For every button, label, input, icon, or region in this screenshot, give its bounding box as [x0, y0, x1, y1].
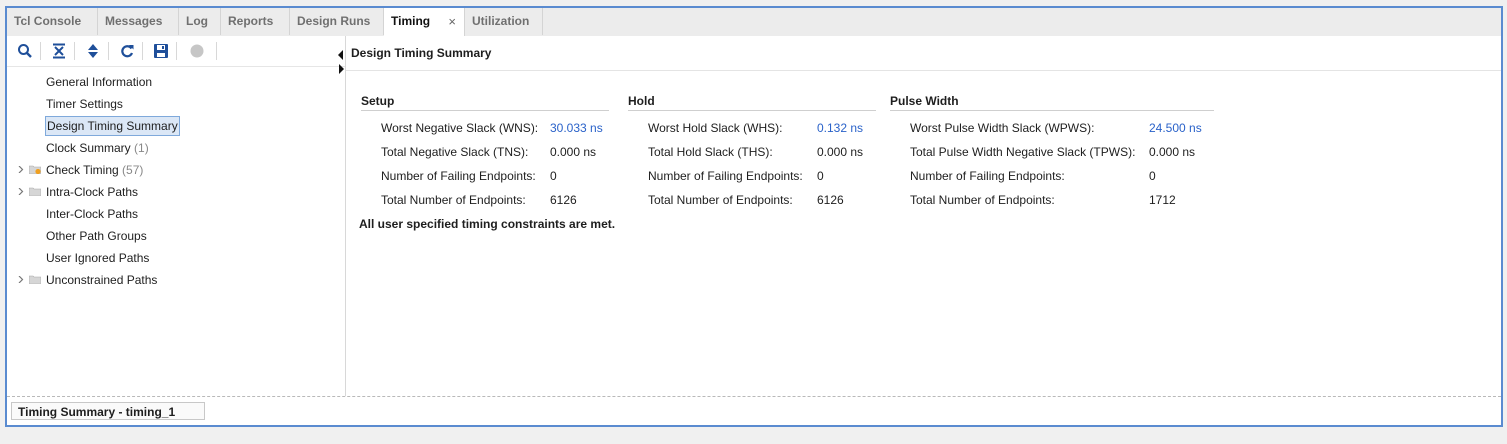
row-label: Total Negative Slack (TNS):: [381, 145, 529, 159]
tab-label: Log: [186, 14, 208, 28]
wpws-link[interactable]: 24.500 ns: [1149, 118, 1202, 138]
row-label: Worst Pulse Width Slack (WPWS):: [910, 121, 1095, 135]
row-label: Number of Failing Endpoints:: [381, 169, 536, 183]
tab-messages[interactable]: Messages: [98, 8, 179, 35]
row-value: 1712: [1149, 193, 1176, 207]
tab-design-runs[interactable]: Design Runs: [290, 8, 384, 35]
folder-warning-icon: [29, 165, 41, 174]
tree-toolbar: [7, 36, 345, 67]
refresh-icon[interactable]: [118, 42, 136, 60]
pulse-width-section: Pulse Width Worst Pulse Width Slack (WPW…: [890, 94, 1214, 207]
search-icon[interactable]: [16, 42, 34, 60]
row-label: Number of Failing Endpoints:: [648, 169, 803, 183]
row-value: 0.000 ns: [550, 145, 597, 159]
tab-label: Messages: [105, 14, 163, 28]
row-value: 0: [550, 169, 557, 183]
tab-tcl-console[interactable]: Tcl Console: [7, 8, 98, 35]
save-icon[interactable]: [152, 42, 170, 60]
design-timing-summary-panel: Design Timing Summary Setup Worst Negati…: [346, 36, 1501, 396]
tab-label: Design Runs: [297, 14, 371, 28]
toolbar-divider: [108, 42, 109, 60]
hold-heading: Hold: [628, 94, 876, 111]
tab-bar: Tcl Console Messages Log Reports Design …: [7, 8, 1501, 37]
row-label: Total Pulse Width Negative Slack (TPWS):: [910, 145, 1136, 159]
tab-log[interactable]: Log: [179, 8, 221, 35]
tree-item-label: Design Timing Summary: [45, 116, 180, 136]
tab-label: Timing: [391, 14, 431, 28]
row-value: 0.000 ns: [817, 145, 864, 159]
setup-section: Setup Worst Negative Slack (WNS): 30.033…: [361, 94, 609, 207]
row-value: 6126: [817, 193, 844, 207]
toolbar-divider: [216, 42, 217, 60]
tree-item-label: Timer Settings: [46, 97, 123, 111]
item-count: (1): [134, 141, 149, 155]
row-label: Total Number of Endpoints:: [381, 193, 526, 207]
tree-item-label: Clock Summary (1): [45, 138, 150, 158]
row-value: 0: [1149, 169, 1156, 183]
tab-label: Reports: [228, 14, 274, 28]
row-label: Total Number of Endpoints:: [648, 193, 793, 207]
tab-reports[interactable]: Reports: [221, 8, 290, 35]
chevron-right-icon[interactable]: [17, 166, 24, 173]
row-value: 0: [817, 169, 824, 183]
folder-icon: [29, 275, 41, 284]
divider: [346, 70, 1501, 71]
page-title: Design Timing Summary: [351, 46, 492, 60]
tree-item-label: Check Timing (57): [45, 160, 144, 180]
tree-item-label: Other Path Groups: [46, 229, 147, 243]
hold-section: Hold Worst Hold Slack (WHS): 0.132 ns To…: [628, 94, 876, 207]
row-label: Total Number of Endpoints:: [910, 193, 1055, 207]
close-icon[interactable]: ×: [448, 8, 456, 35]
tab-timing[interactable]: Timing ×: [384, 8, 465, 37]
tree-item-label: User Ignored Paths: [46, 251, 150, 265]
setup-heading: Setup: [361, 94, 609, 111]
item-count: (57): [122, 163, 144, 177]
collapse-all-icon[interactable]: [50, 42, 68, 60]
row-label: Worst Negative Slack (WNS):: [381, 121, 539, 135]
panel-splitter-handle[interactable]: [337, 46, 345, 76]
tab-label: Tcl Console: [14, 14, 82, 28]
toolbar-divider: [176, 42, 177, 60]
timing-summary-tab[interactable]: Timing Summary - timing_1: [11, 402, 205, 420]
constraints-met-message: All user specified timing constraints ar…: [359, 217, 616, 231]
tree-item-label: General Information: [46, 75, 153, 89]
whs-link[interactable]: 0.132 ns: [817, 118, 863, 138]
toolbar-divider: [74, 42, 75, 60]
row-value: 0.000 ns: [1149, 145, 1196, 159]
tree-item-text: Clock Summary: [46, 141, 131, 155]
tab-label: Utilization: [472, 14, 530, 28]
stop-icon[interactable]: [188, 42, 206, 60]
row-label: Total Hold Slack (THS):: [648, 145, 773, 159]
row-label: Number of Failing Endpoints:: [910, 169, 1065, 183]
timing-window: Tcl Console Messages Log Reports Design …: [5, 6, 1503, 427]
toolbar-divider: [40, 42, 41, 60]
row-value: 6126: [550, 193, 577, 207]
tab-utilization[interactable]: Utilization: [465, 8, 543, 35]
tree-item-text: Check Timing: [46, 163, 119, 177]
pulse-width-heading: Pulse Width: [890, 94, 1214, 111]
status-divider: [7, 396, 1501, 397]
folder-icon: [29, 187, 41, 196]
tree-item-label: Inter-Clock Paths: [46, 207, 139, 221]
toolbar-divider: [142, 42, 143, 60]
row-label: Worst Hold Slack (WHS):: [648, 121, 783, 135]
chevron-right-icon[interactable]: [17, 276, 24, 283]
expand-all-icon[interactable]: [84, 42, 102, 60]
chevron-right-icon[interactable]: [17, 188, 24, 195]
tree-item-label: Intra-Clock Paths: [46, 185, 139, 199]
navigation-panel: General Information Timer Settings Desig…: [7, 36, 346, 396]
tree-item-label: Unconstrained Paths: [46, 273, 158, 287]
wns-link[interactable]: 30.033 ns: [550, 118, 603, 138]
